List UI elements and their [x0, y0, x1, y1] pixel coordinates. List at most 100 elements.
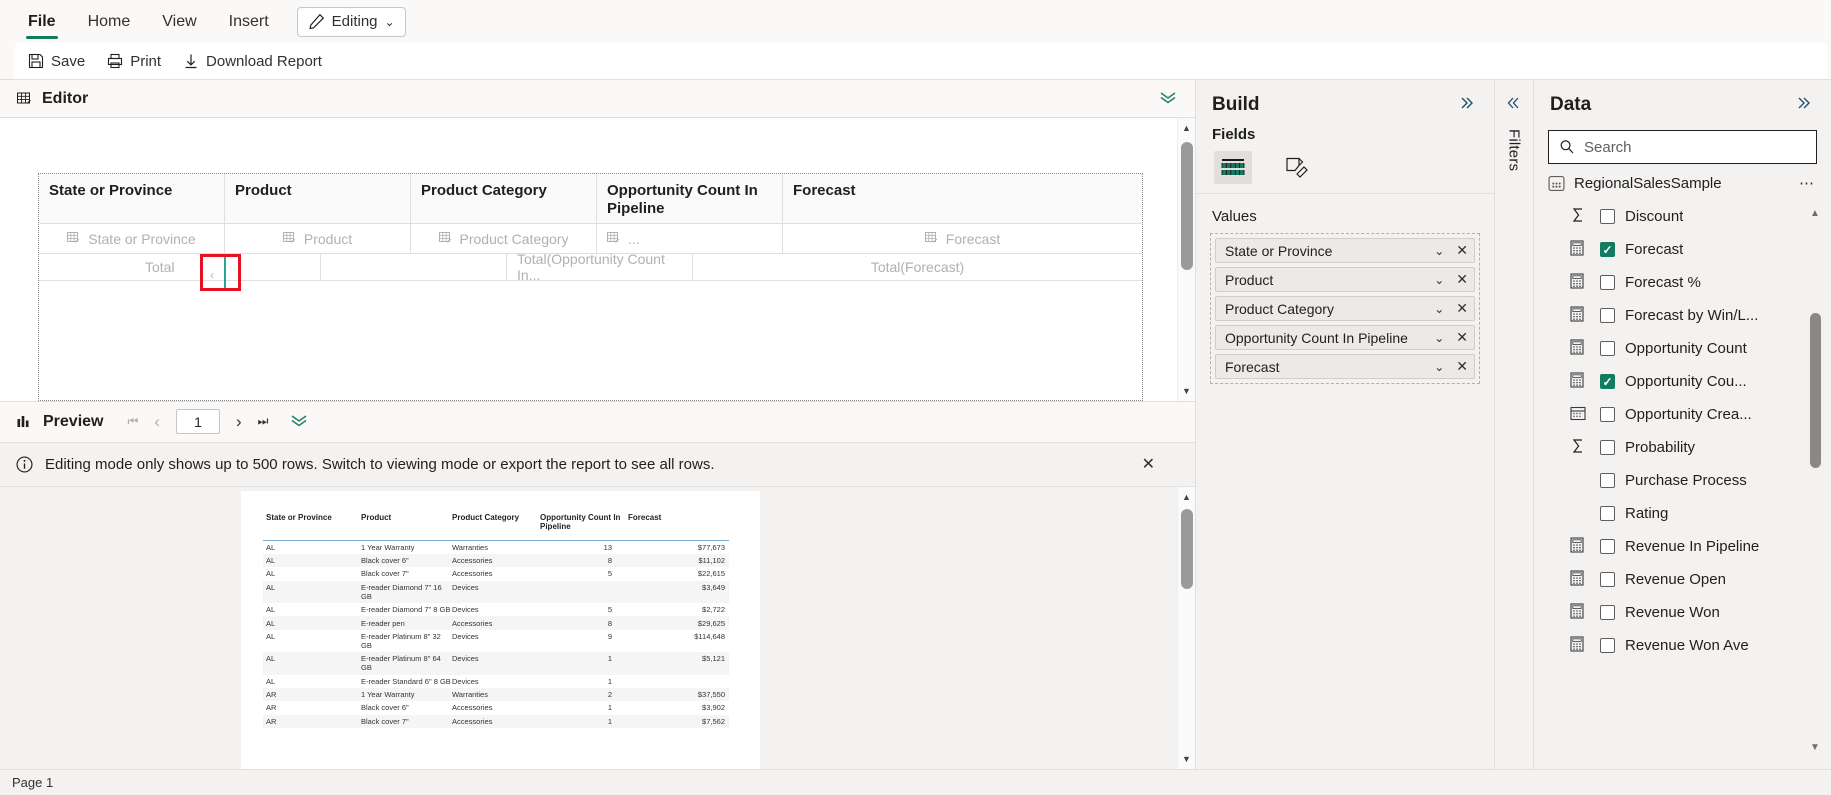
data-panel-scrollbar[interactable]: ▲ ▼ [1807, 208, 1823, 753]
more-options-icon[interactable]: ⋯ [1799, 174, 1815, 192]
ribbon-tab-home[interactable]: Home [72, 0, 147, 43]
scroll-down-arrow-icon[interactable]: ▼ [1178, 381, 1196, 401]
data-fields-icon[interactable] [1214, 151, 1252, 184]
build-value-chip[interactable]: Product ⌄ ✕ [1215, 267, 1475, 292]
data-field-checkbox[interactable] [1600, 539, 1615, 554]
editor-vertical-scrollbar[interactable]: ▲ ▼ [1177, 118, 1195, 401]
data-field-item[interactable]: Forecast % [1534, 266, 1831, 299]
chevron-down-icon[interactable]: ⌄ [1426, 360, 1452, 374]
format-brush-icon[interactable] [1278, 151, 1316, 184]
scroll-down-arrow-icon[interactable]: ▼ [1810, 742, 1820, 753]
data-field-checkbox[interactable] [1600, 473, 1615, 488]
data-field-item[interactable]: Rating [1534, 497, 1831, 530]
editing-mode-dropdown[interactable]: Editing ⌄ [296, 6, 406, 37]
remove-field-icon[interactable]: ✕ [1452, 358, 1468, 375]
data-field-checkbox[interactable] [1600, 209, 1615, 224]
last-page-button[interactable]: ⏭ [258, 414, 269, 429]
data-field-item[interactable]: Revenue Open [1534, 563, 1831, 596]
close-icon[interactable]: ✕ [1142, 454, 1179, 474]
matrix-placeholder-cell[interactable]: Product [225, 224, 411, 254]
prev-page-button[interactable]: ‹ [154, 412, 160, 432]
chevron-double-right-icon[interactable] [1456, 95, 1478, 116]
scroll-down-arrow-icon[interactable]: ▼ [1178, 749, 1196, 769]
download-report-button[interactable]: Download Report [183, 53, 322, 70]
scroll-up-arrow-icon[interactable]: ▲ [1178, 487, 1196, 507]
data-field-checkbox[interactable] [1600, 506, 1615, 521]
build-values-well[interactable]: State or Province ⌄ ✕ Product ⌄ ✕ Product Cate… [1210, 233, 1480, 384]
data-field-checkbox[interactable] [1600, 638, 1615, 653]
preview-collapse-chevron-icon[interactable] [288, 412, 310, 432]
build-value-chip[interactable]: Opportunity Count In Pipeline ⌄ ✕ [1215, 325, 1475, 350]
data-field-item[interactable]: Forecast by Win/L... [1534, 299, 1831, 332]
scroll-thumb[interactable] [1810, 313, 1821, 468]
data-field-checkbox[interactable] [1600, 341, 1615, 356]
matrix-header-cell[interactable]: Product Category [411, 174, 597, 224]
matrix-header-cell[interactable]: Product [225, 174, 411, 224]
ribbon-tab-view[interactable]: View [146, 0, 212, 43]
data-field-item[interactable]: Opportunity Count [1534, 332, 1831, 365]
data-field-list[interactable]: Discount Forecast Forecast % Forecast by Wi… [1534, 200, 1831, 769]
preview-report-page[interactable]: State or Province Product Product Catego… [241, 490, 760, 769]
data-table-node[interactable]: RegionalSalesSample ⋯ [1534, 164, 1831, 200]
scroll-thumb[interactable] [1180, 142, 1193, 270]
ribbon-tab-file[interactable]: File [12, 0, 72, 43]
data-field-checkbox[interactable] [1600, 407, 1615, 422]
print-button[interactable]: Print [107, 53, 161, 70]
data-field-item[interactable]: Forecast [1534, 233, 1831, 266]
data-field-item[interactable]: Purchase Process [1534, 464, 1831, 497]
matrix-placeholder-cell[interactable]: Forecast [783, 224, 1142, 254]
remove-field-icon[interactable]: ✕ [1452, 329, 1468, 346]
editor-canvas[interactable]: State or Province Product Product Catego… [0, 118, 1195, 401]
data-field-item[interactable]: Revenue In Pipeline [1534, 530, 1831, 563]
chevron-down-icon[interactable]: ⌄ [1426, 331, 1452, 345]
data-field-checkbox[interactable] [1600, 275, 1615, 290]
matrix-placeholder-cell[interactable]: Product Category [411, 224, 597, 254]
data-field-checkbox[interactable] [1600, 440, 1615, 455]
search-input[interactable]: Search [1584, 139, 1632, 156]
first-page-button[interactable]: ⏮ [127, 414, 138, 429]
editor-collapse-chevron-icon[interactable] [1157, 89, 1179, 109]
data-field-checkbox[interactable] [1600, 242, 1615, 257]
chevron-double-right-icon[interactable] [1793, 95, 1815, 116]
ribbon-tab-insert[interactable]: Insert [213, 0, 285, 43]
build-value-chip[interactable]: Product Category ⌄ ✕ [1215, 296, 1475, 321]
scroll-track[interactable] [1178, 507, 1196, 750]
matrix-placeholder-cell[interactable]: State or Province [39, 224, 225, 254]
scroll-up-arrow-icon[interactable]: ▲ [1178, 118, 1196, 138]
matrix-visual[interactable]: State or Province Product Product Catego… [38, 173, 1143, 401]
scroll-up-arrow-icon[interactable]: ▲ [1810, 208, 1820, 219]
scroll-track[interactable] [1807, 219, 1823, 742]
data-field-item[interactable]: Probability [1534, 431, 1831, 464]
data-field-item[interactable]: Revenue Won [1534, 596, 1831, 629]
data-field-checkbox[interactable] [1600, 374, 1615, 389]
remove-field-icon[interactable]: ✕ [1452, 300, 1468, 317]
data-field-checkbox[interactable] [1600, 605, 1615, 620]
data-field-item[interactable]: Opportunity Cou... [1534, 365, 1831, 398]
data-field-checkbox[interactable] [1600, 572, 1615, 587]
page-number-input[interactable]: 1 [175, 409, 220, 434]
chevron-down-icon[interactable]: ⌄ [1426, 273, 1452, 287]
remove-field-icon[interactable]: ✕ [1452, 271, 1468, 288]
preview-vertical-scrollbar[interactable]: ▲ ▼ [1177, 486, 1196, 769]
remove-field-icon[interactable]: ✕ [1452, 242, 1468, 259]
matrix-header-cell[interactable]: Forecast [783, 174, 1142, 224]
matrix-placeholder-cell[interactable]: ... [597, 224, 783, 254]
matrix-header-cell[interactable]: State or Province [39, 174, 225, 224]
chevron-double-left-icon[interactable] [1504, 96, 1524, 115]
data-field-checkbox[interactable] [1600, 308, 1615, 323]
filters-rail[interactable]: Filters [1494, 80, 1533, 769]
build-value-chip[interactable]: Forecast ⌄ ✕ [1215, 354, 1475, 379]
save-button[interactable]: Save [28, 53, 85, 70]
build-value-chip[interactable]: State or Province ⌄ ✕ [1215, 238, 1475, 263]
matrix-header-cell[interactable]: Opportunity Count In Pipeline [597, 174, 783, 224]
data-field-item[interactable]: Revenue Won Ave [1534, 629, 1831, 662]
column-resize-handle[interactable] [224, 257, 226, 288]
scroll-thumb[interactable] [1180, 508, 1193, 589]
data-field-item[interactable]: Discount [1534, 200, 1831, 233]
scroll-track[interactable] [1178, 138, 1196, 381]
next-page-button[interactable]: › [236, 412, 242, 432]
data-search-box[interactable]: Search [1548, 130, 1817, 164]
chevron-down-icon[interactable]: ⌄ [1426, 244, 1452, 258]
data-field-item[interactable]: Opportunity Crea... [1534, 398, 1831, 431]
chevron-down-icon[interactable]: ⌄ [1426, 302, 1452, 316]
